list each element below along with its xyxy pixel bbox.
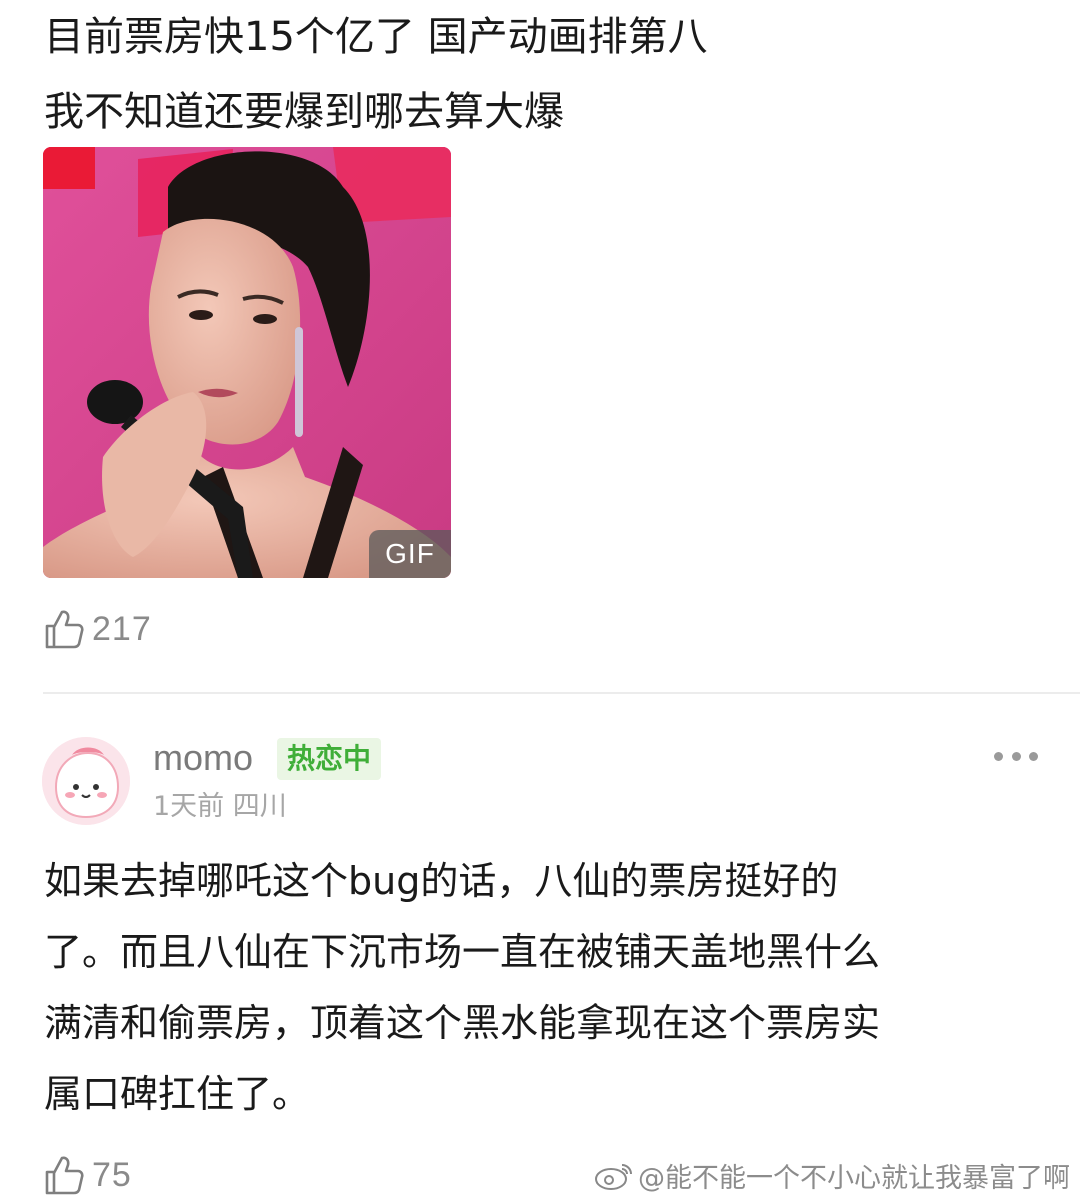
divider — [43, 692, 1080, 694]
watermark: @能不能一个不小心就让我暴富了啊 — [594, 1155, 1070, 1195]
gif-badge: GIF — [369, 530, 451, 578]
post-like-button[interactable]: 217 — [44, 604, 152, 654]
gif-image[interactable]: GIF — [43, 147, 451, 578]
status-badge: 热恋中 — [277, 738, 382, 780]
comment-text-line: 属口碑扛住了。 — [44, 1072, 311, 1116]
comment-text-line: 如果去掉哪吒这个bug的话，八仙的票房挺好的 — [44, 859, 839, 903]
avatar[interactable] — [42, 737, 130, 825]
post-text-line: 目前票房快15个亿了 国产动画排第八 — [44, 14, 708, 60]
comment-text: 如果去掉哪吒这个bug的话，八仙的票房挺好的 了。而且八仙在下沉市场一直在被铺天… — [44, 846, 1044, 1130]
avatar-illustration — [42, 737, 130, 825]
comment-text-line: 了。而且八仙在下沉市场一直在被铺天盖地黑什么 — [44, 930, 881, 974]
post-text-line: 我不知道还要爆到哪去算大爆 — [44, 89, 564, 135]
watermark-text: @能不能一个不小心就让我暴富了啊 — [638, 1162, 1070, 1194]
comment-text-line: 满清和偷票房，顶着这个黑水能拿现在这个票房实 — [44, 1001, 881, 1045]
weibo-logo-icon — [595, 1164, 632, 1190]
comment-time: 1天前 — [153, 791, 225, 822]
post-like-count: 217 — [92, 609, 152, 648]
gif-image-illustration — [43, 147, 451, 578]
comment-meta: 1天前 四川 — [153, 790, 287, 824]
more-dots-icon[interactable] — [994, 745, 1038, 767]
comment-like-button[interactable]: 75 — [44, 1150, 132, 1200]
comment-username[interactable]: momo — [153, 736, 253, 780]
post-text: 目前票房快15个亿了 国产动画排第八 我不知道还要爆到哪去算大爆 — [44, 0, 1044, 150]
comment-like-count: 75 — [92, 1155, 132, 1194]
thumbs-up-icon — [45, 1156, 84, 1195]
comment-location: 四川 — [232, 791, 287, 822]
thumbs-up-icon — [45, 610, 84, 649]
